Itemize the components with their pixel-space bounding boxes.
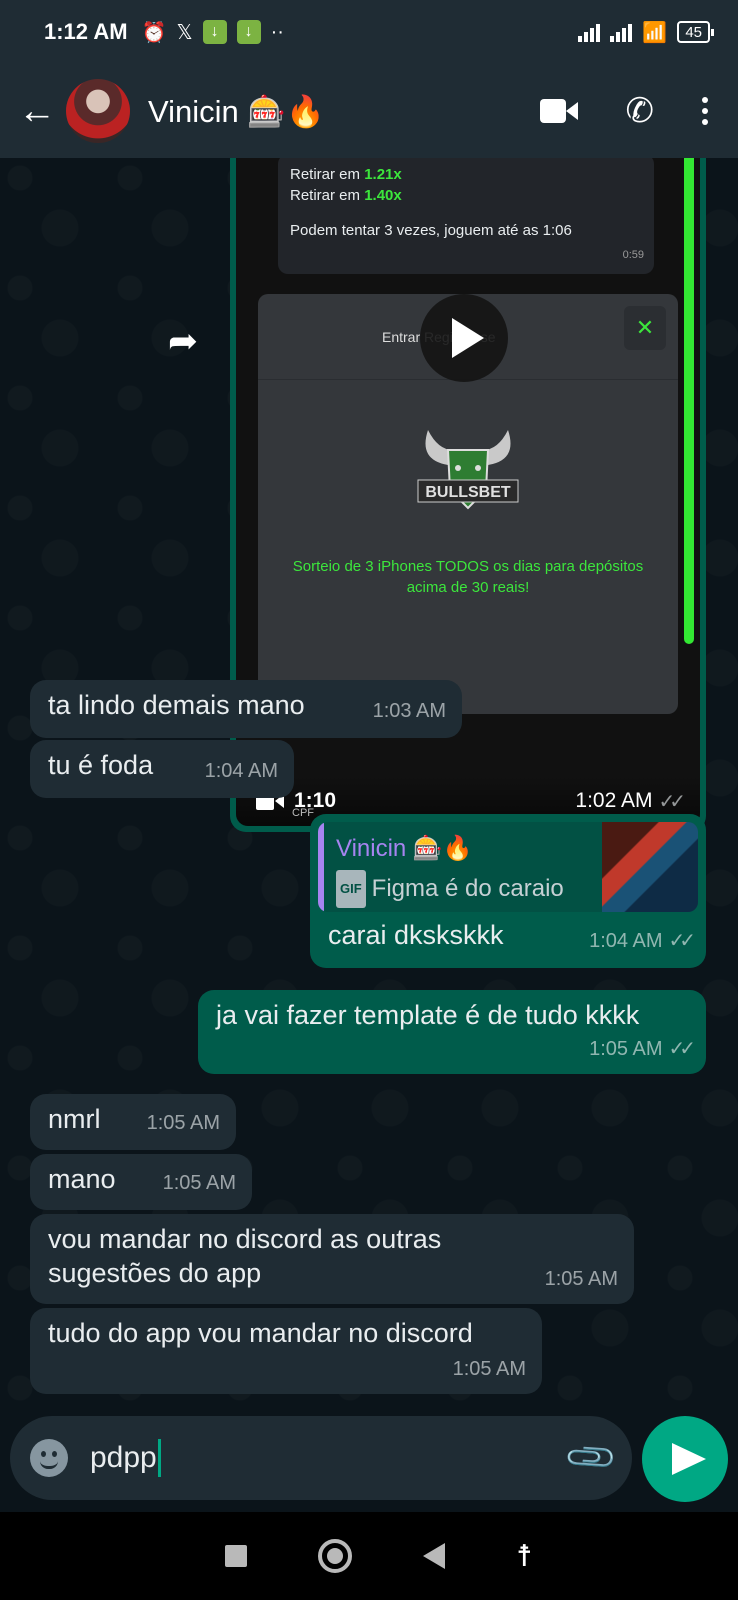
composer: pdpp 📎 [0, 1412, 738, 1512]
download-icon: ↓ [202, 20, 227, 44]
chat-header: ← Vinicin 🎰🔥 ✆ [0, 64, 738, 158]
back-arrow-icon[interactable]: ← [18, 90, 58, 133]
battery-icon: 45 [677, 21, 714, 43]
incoming-message[interactable]: vou mandar no discord as outras sugestõe… [30, 1214, 634, 1304]
message-text: mano [48, 1164, 116, 1194]
message-time: 1:04 AM [204, 760, 278, 782]
chat-area[interactable]: ➦ Retirar em 1.21x Retirar em 1.40x Pode… [0, 158, 738, 1412]
outgoing-message[interactable]: ja vai fazer template é de tudo kkkk 1:0… [198, 990, 706, 1074]
message-time: 1:05 AM [544, 1268, 618, 1290]
message-input-text[interactable]: pdpp [90, 1439, 161, 1477]
video-call-icon[interactable] [539, 99, 578, 123]
play-icon[interactable] [420, 294, 508, 382]
message-input-value: pdpp [90, 1441, 157, 1474]
wifi-icon: 📶 [642, 21, 668, 44]
message-time: 1:05 AM [589, 1038, 663, 1060]
message-input[interactable]: pdpp 📎 [10, 1416, 632, 1500]
reply-text: Figma é do caraio [371, 875, 564, 902]
message-time: 1:04 AM [589, 930, 663, 952]
system-nav-bar: ☨ [0, 1512, 738, 1600]
accessibility-icon[interactable]: ☨ [516, 1539, 532, 1574]
reply-preview[interactable]: Vinicin 🎰🔥 GIF Figma é do caraio [318, 822, 698, 912]
outgoing-message[interactable]: Vinicin 🎰🔥 GIF Figma é do caraio carai d… [310, 814, 706, 968]
bull-logo-text: BULLSBET [425, 484, 511, 501]
message-text: sugestões do app [48, 1258, 262, 1288]
message-text: carai dksksk​kk [328, 920, 504, 950]
video-text-value: 1.40x [364, 187, 402, 204]
video-text-line: Podem tentar 3 vezes, joguem até as 1:06 [290, 222, 572, 239]
back-icon[interactable] [423, 1543, 446, 1569]
status-bar: 1:12 AM ⏰ 𝕏 ↓ ↓ ·· 📶 45 [0, 0, 738, 64]
video-text-line: Retirar em [290, 166, 365, 183]
x-icon: 𝕏 [176, 21, 193, 44]
home-icon[interactable] [318, 1539, 353, 1573]
video-text-line: Retirar em [290, 187, 365, 204]
forward-icon[interactable]: ➦ [158, 316, 208, 366]
incoming-message[interactable]: ta lindo demais mano 1:03 AM [30, 680, 462, 738]
send-button[interactable] [642, 1416, 728, 1502]
reply-body: GIF Figma é do caraio [336, 870, 590, 908]
download-icon: ↓ [236, 20, 261, 44]
message-text: nmrl [48, 1104, 101, 1134]
gif-icon: GIF [336, 870, 366, 908]
status-icons-left: ⏰ 𝕏 ↓ ↓ ·· [142, 20, 284, 45]
recents-icon[interactable] [225, 1545, 248, 1567]
reply-content: Vinicin 🎰🔥 GIF Figma é do caraio [324, 822, 602, 912]
message-meta: 1:04 AM ✓✓ [589, 921, 696, 958]
message-text: vou mandar no discord as outras [48, 1224, 442, 1254]
video-cpf-label: CPF [292, 807, 315, 819]
video-quoted-time: 0:59 [622, 249, 644, 261]
status-time: 1:12 AM [44, 19, 128, 44]
message-time: 1:05 AM [452, 1358, 526, 1380]
contact-name[interactable]: Vinicin 🎰🔥 [148, 93, 325, 130]
read-ticks-icon: ✓✓ [668, 930, 695, 952]
read-ticks-icon: ✓✓ [668, 1038, 695, 1060]
incoming-message[interactable]: mano 1:05 AM [30, 1154, 252, 1210]
reply-thumbnail [602, 822, 698, 912]
emoji-icon[interactable] [30, 1439, 68, 1477]
incoming-message[interactable]: nmrl 1:05 AM [30, 1094, 236, 1150]
message-meta: 1:05 AM ✓✓ [589, 1029, 696, 1066]
incoming-message[interactable]: tudo do app vou mandar no discord 1:05 A… [30, 1308, 542, 1394]
bet-card: Entrar Registre-se ✕ BULLSBET Sorteio de… [258, 294, 678, 714]
status-icons-right: 📶 45 [578, 20, 714, 45]
video-green-bar [684, 158, 694, 644]
more-options-icon[interactable] [702, 97, 708, 125]
message-text: ja vai fazer template é de tudo kkkk [216, 1000, 640, 1030]
message-text: ta lindo demais mano [48, 690, 305, 720]
message-time: 1:03 AM [372, 700, 446, 722]
incoming-message[interactable]: tu é foda 1:04 AM [30, 740, 294, 798]
close-glyph: ✕ [635, 315, 655, 340]
signal-icon [610, 22, 633, 42]
alarm-icon: ⏰ [141, 21, 167, 44]
promo-text: Sorteio de 3 iPhones TODOS os dias para … [292, 558, 644, 596]
bull-logo: BULLSBET [417, 430, 519, 510]
battery-level: 45 [685, 23, 702, 41]
video-quoted-card: Retirar em 1.21x Retirar em 1.40x Podem … [278, 158, 654, 274]
read-ticks-icon: ✓✓ [658, 790, 685, 813]
message-text: tudo do app vou mandar no discord [48, 1318, 473, 1348]
close-icon: ✕ [624, 306, 666, 350]
phone-call-icon[interactable]: ✆ [626, 91, 655, 131]
avatar[interactable] [66, 79, 130, 143]
send-icon [672, 1443, 706, 1475]
message-time: 1:05 AM [162, 1172, 236, 1194]
header-actions: ✆ [539, 91, 721, 131]
text-caret [157, 1439, 161, 1477]
message-text: tu é foda [48, 750, 154, 780]
more-dots-icon: ·· [270, 20, 284, 43]
reply-author: Vinicin 🎰🔥 [336, 835, 473, 862]
signal-icon [578, 22, 601, 42]
video-time: 1:02 AM [575, 789, 653, 812]
attach-icon[interactable]: 📎 [562, 1429, 620, 1487]
message-time: 1:05 AM [146, 1112, 220, 1134]
video-text-value: 1.21x [364, 166, 402, 183]
